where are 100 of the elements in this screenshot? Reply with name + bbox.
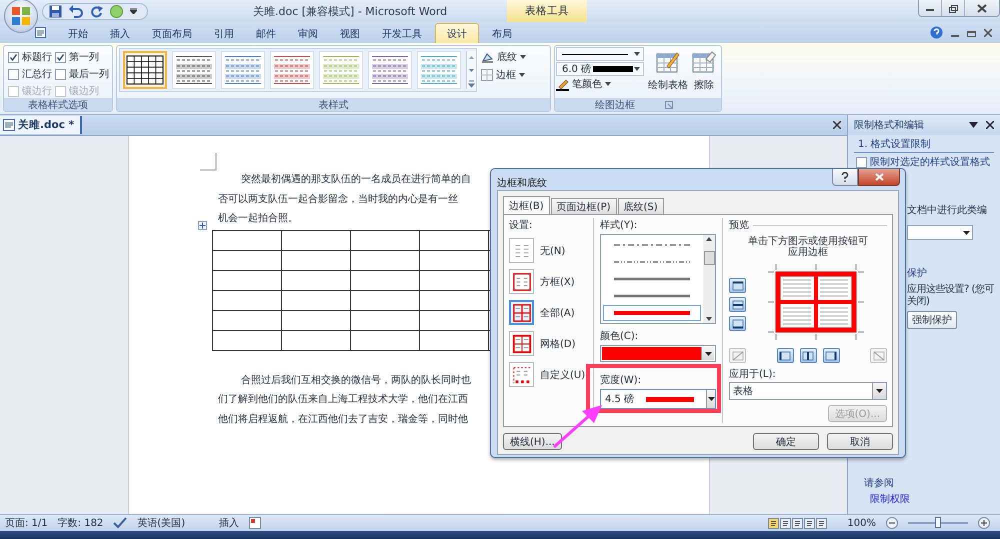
top-border-button[interactable] <box>729 278 746 293</box>
table-style-thumbnail[interactable] <box>123 51 167 89</box>
restore-button[interactable] <box>942 0 965 16</box>
close-icon <box>977 4 987 12</box>
help-button[interactable] <box>832 169 858 186</box>
close-button[interactable] <box>965 0 999 16</box>
save-icon[interactable] <box>49 4 62 18</box>
caret-icon <box>634 52 640 56</box>
document-tab[interactable]: 关雎.doc * <box>0 116 82 134</box>
ribbon-tab[interactable]: 引用 <box>203 24 245 43</box>
draw-table-button[interactable]: 绘制表格 <box>648 47 688 92</box>
horizontal-line-button[interactable]: 横线(H)... <box>503 433 562 450</box>
view-mode-icon[interactable] <box>768 518 780 528</box>
scrollbar[interactable] <box>703 235 715 323</box>
border-setting-icon <box>512 272 532 292</box>
ribbon-tab[interactable]: 开发工具 <box>371 24 433 43</box>
line-style-dropdown[interactable] <box>556 47 644 61</box>
setting-label: 自定义(U) <box>540 368 586 382</box>
word-count[interactable]: 字数: 182 <box>58 516 104 530</box>
setting-preset-button[interactable] <box>509 300 534 325</box>
color-dropdown[interactable] <box>600 345 716 362</box>
ribbon-tab[interactable]: 邮件 <box>245 24 287 43</box>
permission-link[interactable]: 限制权限 <box>870 492 910 506</box>
ok-button[interactable]: 确定 <box>753 433 819 450</box>
zoom-slider-thumb[interactable] <box>935 517 941 528</box>
ribbon-tab[interactable]: 页面布局 <box>141 24 203 43</box>
proofing-icon[interactable] <box>113 517 128 529</box>
border-preview-drawing[interactable] <box>768 264 864 340</box>
enforce-protection-button[interactable]: 强制保护 <box>907 311 957 329</box>
orb-icon[interactable] <box>110 4 123 18</box>
view-mode-icon[interactable] <box>792 518 804 528</box>
page-count[interactable]: 页面: 1/1 <box>5 516 48 530</box>
bottom-border-button[interactable] <box>729 316 746 331</box>
eraser-button[interactable]: 擦除 <box>692 47 716 92</box>
shading-button[interactable]: 底纹 <box>481 50 526 64</box>
line-weight-dropdown[interactable]: 6.0 磅 <box>556 62 644 76</box>
text-line: 机会一起拍合照。 <box>218 212 298 226</box>
ribbon-tab[interactable]: 视图 <box>329 24 371 43</box>
ribbon-tab[interactable]: 设计 <box>435 23 479 43</box>
undo-icon[interactable] <box>69 4 83 18</box>
checkbox[interactable]: 第一列 <box>55 50 115 64</box>
table-style-thumbnail[interactable] <box>172 51 216 89</box>
editing-type-dropdown[interactable] <box>907 225 973 240</box>
zoom-in-icon[interactable] <box>978 517 990 529</box>
office-button[interactable] <box>4 0 38 33</box>
customize-caret-icon[interactable] <box>130 8 137 14</box>
close-icon[interactable] <box>984 28 992 36</box>
diagonal-up-border-button[interactable] <box>729 348 746 363</box>
table-icon <box>273 55 311 85</box>
minimize-button[interactable] <box>919 0 942 16</box>
checkbox[interactable]: 最后一列 <box>55 67 115 81</box>
view-mode-icon[interactable] <box>780 518 792 528</box>
table-style-thumbnail[interactable] <box>221 51 265 89</box>
apply-to-dropdown[interactable]: 表格 <box>729 382 887 400</box>
table-style-thumbnail[interactable] <box>270 51 314 89</box>
ribbon-tab[interactable]: 开始 <box>57 24 99 43</box>
table-style-thumbnail[interactable] <box>319 51 363 89</box>
table-style-thumbnail[interactable] <box>368 51 412 89</box>
dialog-tab[interactable]: 底纹(S) <box>618 198 664 214</box>
close-icon[interactable] <box>986 121 994 129</box>
zoom-level[interactable]: 100% <box>847 518 876 528</box>
redo-icon[interactable] <box>90 4 103 18</box>
dialog-tab[interactable]: 边框(B) <box>503 196 550 214</box>
setting-preset-button[interactable] <box>509 238 534 263</box>
borders-button[interactable]: 边框 <box>481 68 525 82</box>
scroll-thumb[interactable] <box>704 251 714 265</box>
ribbon-tab[interactable]: 布局 <box>481 24 523 43</box>
close-button[interactable] <box>858 169 900 186</box>
help-icon[interactable] <box>930 26 943 39</box>
right-border-button[interactable] <box>822 348 840 363</box>
line-width-dropdown[interactable]: 4.5 磅 <box>600 389 716 409</box>
checkbox[interactable]: 标题行 <box>8 50 55 64</box>
view-mode-icon[interactable] <box>804 518 816 528</box>
document-icon[interactable] <box>34 26 47 39</box>
setting-preset-button[interactable] <box>509 269 534 294</box>
macro-icon[interactable] <box>249 517 262 529</box>
pen-color-button[interactable]: 笔颜色 <box>556 77 611 91</box>
ribbon-tab[interactable]: 审阅 <box>287 24 329 43</box>
insert-mode-indicator[interactable]: 插入 <box>219 516 240 530</box>
table-style-thumbnail[interactable] <box>417 51 461 89</box>
dialog-tab[interactable]: 页面边框(P) <box>550 198 617 214</box>
move-handle-icon[interactable] <box>198 220 207 230</box>
line-sample-icon <box>614 242 690 247</box>
setting-preset-button[interactable] <box>509 362 534 387</box>
diagonal-down-border-button[interactable] <box>870 348 887 363</box>
checkbox[interactable]: 限制对选定的样式设置格式 <box>856 155 990 169</box>
language-indicator[interactable]: 英语(美国) <box>137 516 186 530</box>
close-icon[interactable] <box>833 121 841 129</box>
zoom-out-icon[interactable] <box>886 517 898 529</box>
dropdown-caret-icon[interactable] <box>969 122 978 128</box>
inside-vertical-border-button[interactable] <box>800 348 816 363</box>
ribbon-tab[interactable]: 插入 <box>99 24 141 43</box>
checkbox[interactable]: 汇总行 <box>8 67 55 81</box>
left-border-button[interactable] <box>776 348 794 363</box>
setting-preset-button[interactable] <box>509 331 534 356</box>
field-label: 设置: <box>509 218 532 232</box>
inside-horizontal-border-button[interactable] <box>729 297 746 312</box>
cancel-button[interactable]: 取消 <box>827 433 893 450</box>
view-mode-icon[interactable] <box>816 518 828 528</box>
text-line: 否可以两支队伍一起合影留念，当时我的内心是有一丝 <box>218 192 458 206</box>
